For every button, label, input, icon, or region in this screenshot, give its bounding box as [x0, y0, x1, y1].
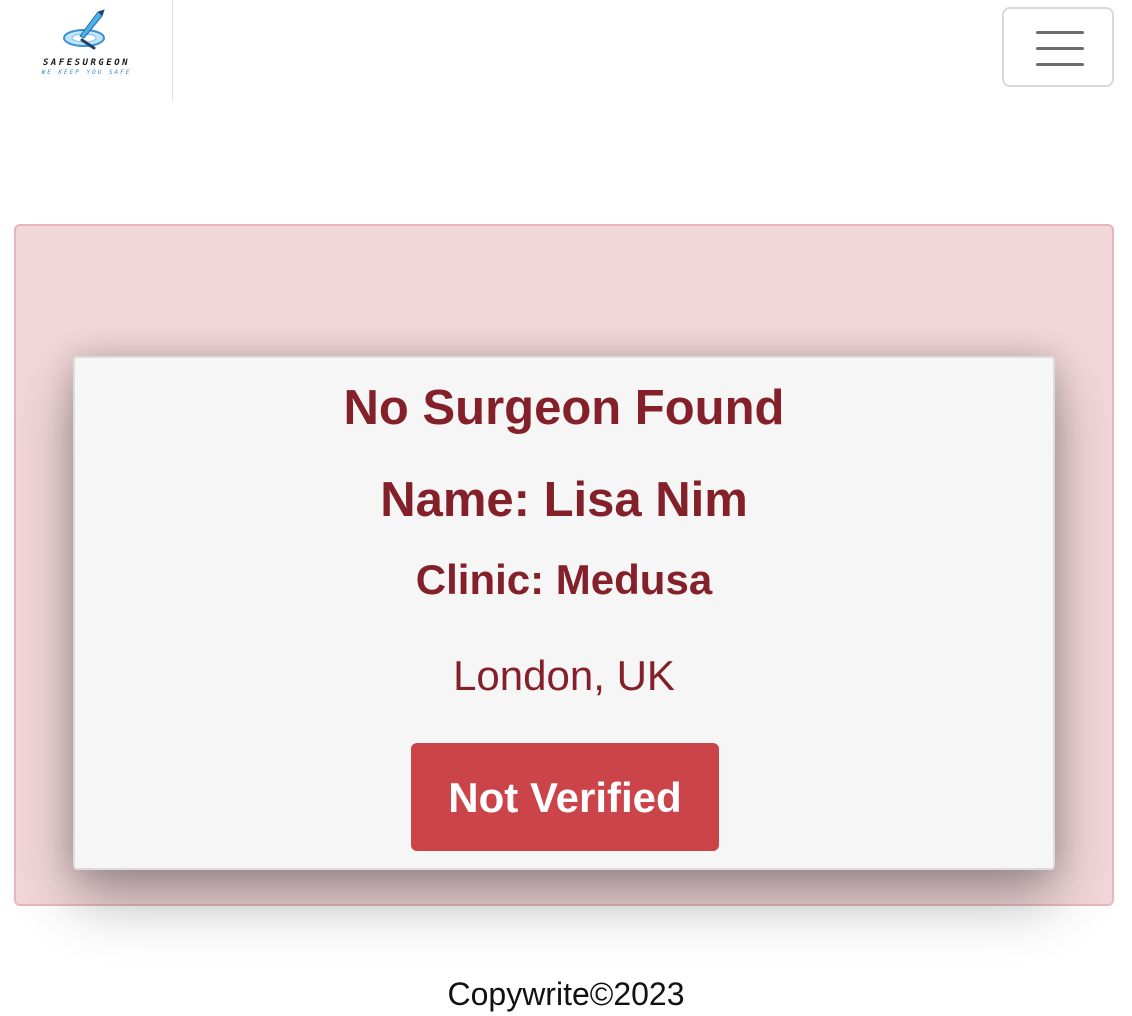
- surgeon-location: London, UK: [453, 652, 675, 699]
- result-title: No Surgeon Found: [343, 381, 785, 435]
- navbar: SAFESURGEON WE KEEP YOU SAFE: [0, 0, 1132, 104]
- surgeon-clinic: Clinic: Medusa: [415, 556, 713, 603]
- logo-title: SAFESURGEON: [42, 58, 131, 68]
- surgeon-result-card: No Surgeon Found Name: Lisa Nim Clinic: …: [73, 356, 1055, 870]
- verification-status-button[interactable]: Not Verified: [411, 743, 719, 851]
- surgeon-name: Name: Lisa Nim: [380, 473, 748, 527]
- footer-copyright: Copywrite©2023: [447, 976, 685, 1012]
- brand-logo-link[interactable]: SAFESURGEON WE KEEP YOU SAFE: [0, 0, 173, 102]
- scalpel-logo-icon: [63, 9, 105, 50]
- logo-tagline: WE KEEP YOU SAFE: [41, 69, 132, 76]
- hamburger-menu-button[interactable]: [1002, 7, 1114, 87]
